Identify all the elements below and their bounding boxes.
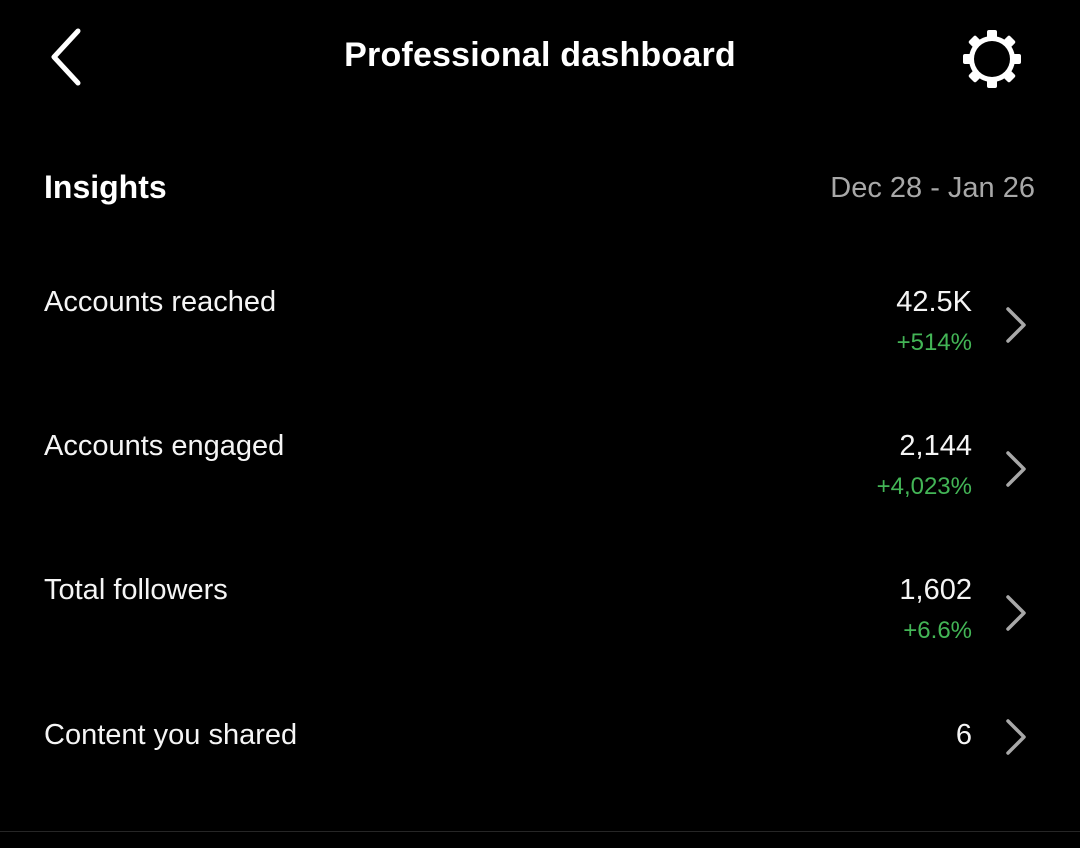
chevron-right-icon <box>996 445 1036 493</box>
gear-icon <box>963 30 1021 88</box>
date-range[interactable]: Dec 28 - Jan 26 <box>830 172 1035 205</box>
insight-label: Total followers <box>44 574 228 606</box>
insight-label: Accounts reached <box>44 286 277 318</box>
chevron-right-icon <box>996 589 1036 637</box>
insight-label: Content you shared <box>44 719 298 751</box>
insight-change: +6.6% <box>903 617 972 644</box>
insight-value: 42.5K <box>896 286 972 318</box>
settings-button[interactable] <box>952 24 1032 94</box>
insight-row-total-followers[interactable]: Total followers 1,602 +6.6% <box>0 558 1080 678</box>
chevron-right-icon <box>996 301 1036 349</box>
insights-heading: Insights <box>44 169 167 205</box>
section-divider <box>0 831 1080 832</box>
insight-change: +514% <box>896 329 972 356</box>
insight-change: +4,023% <box>876 473 972 500</box>
insight-row-content-shared[interactable]: Content you shared 6 <box>0 700 1080 820</box>
insight-value: 1,602 <box>899 574 972 606</box>
top-bar: Professional dashboard <box>0 0 1080 118</box>
page-title: Professional dashboard <box>344 36 736 74</box>
insight-value: 6 <box>955 719 972 751</box>
insight-row-accounts-engaged[interactable]: Accounts engaged 2,144 +4,023% <box>0 414 1080 534</box>
insight-label: Accounts engaged <box>44 430 285 462</box>
insight-value: 2,144 <box>899 430 972 462</box>
chevron-right-icon <box>996 713 1036 761</box>
insight-row-accounts-reached[interactable]: Accounts reached 42.5K +514% <box>0 270 1080 390</box>
